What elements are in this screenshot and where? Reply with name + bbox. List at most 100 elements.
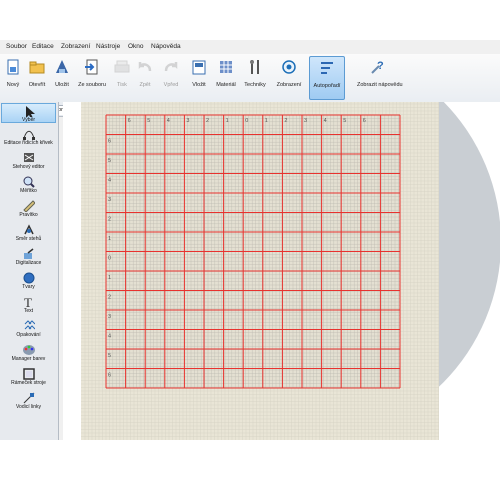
- undo-icon: [137, 58, 153, 76]
- design-canvas[interactable]: 6 5 4 3 2 1 0 1 2 3 4 5 6 6 5 4 3 2 1 0 1 2 3 4 5 6: [63, 102, 500, 440]
- redo-icon: [163, 58, 179, 76]
- sidebar-item-stitch-direction[interactable]: Směr stehů: [1, 223, 56, 243]
- select-cursor-icon: [23, 105, 35, 119]
- menu-napoveda[interactable]: Nápověda: [151, 43, 181, 50]
- edit-curves-icon: [22, 128, 35, 140]
- ruler-tick-label: 4: [108, 178, 111, 184]
- printer-icon: [114, 58, 130, 76]
- techniques-button[interactable]: Techniky: [240, 56, 270, 100]
- sidebar-item-label: Tvary: [22, 284, 35, 290]
- ruler-tick-label: 3: [108, 197, 111, 203]
- sidebar-item-label: Stehový editor: [12, 164, 45, 170]
- ruler-tick-label: 3: [186, 118, 189, 124]
- sidebar-item-label: Výběr: [21, 117, 36, 123]
- toolbar-label: Autopořadí: [313, 83, 341, 89]
- open-folder-icon: [29, 58, 45, 76]
- menu-editace[interactable]: Editace: [32, 43, 54, 50]
- save-button[interactable]: Uložit: [50, 56, 74, 100]
- sidebar-item-label: Směr stehů: [15, 236, 42, 242]
- new-document-button[interactable]: Nový: [1, 56, 25, 100]
- sidebar-item-label: Měřítko: [20, 188, 37, 194]
- ruler-tick-label: 6: [108, 373, 111, 379]
- sidebar-item-select-cursor[interactable]: Výběr: [1, 103, 56, 123]
- color-palette-icon: [22, 344, 35, 355]
- ruler-tick-label: 5: [147, 118, 150, 124]
- material-button[interactable]: Materiál: [213, 56, 239, 100]
- zoom-icon: [23, 176, 35, 188]
- sidebar-item-label: Rámeček stroje: [11, 380, 46, 386]
- sidebar-item-shapes[interactable]: Tvary: [1, 271, 56, 291]
- import-file-icon: [84, 58, 100, 76]
- sidebar-item-zoom[interactable]: Měřítko: [1, 175, 56, 195]
- hoop-frame-icon: [22, 368, 35, 380]
- sidebar-item-stitch-editor[interactable]: Stehový editor: [1, 151, 56, 171]
- ruler-tick-label: 0: [245, 118, 248, 124]
- ruler-tick-label: 1: [265, 118, 268, 124]
- sidebar-item-digitize[interactable]: Digitalizace: [1, 247, 56, 267]
- view-button[interactable]: Zobrazení: [271, 56, 307, 100]
- sidebar-item-ruler[interactable]: Pravítko: [1, 199, 56, 219]
- sidebar-item-text[interactable]: T Text: [1, 295, 56, 315]
- toolbar-label: Ze souboru: [78, 82, 106, 88]
- sidebar-item-color-palette[interactable]: Manager barev: [1, 343, 56, 363]
- sidebar-item-guide-lines[interactable]: Vodicí linky: [1, 391, 56, 411]
- ruler-tick-label: 3: [304, 118, 307, 124]
- insert-button[interactable]: Vložit: [185, 56, 213, 100]
- toolbar-label: Zobrazení: [276, 82, 302, 88]
- techniques-icon: [247, 58, 263, 76]
- save-icon: [54, 58, 70, 76]
- design-workspace[interactable]: 6 5 4 3 2 1 0 1 2 3 4 5 6 6 5 4 3 2 1 0 1 2 3 4 5 6: [63, 102, 500, 440]
- sidebar-item-label: Text: [23, 308, 34, 314]
- ruler-tick-label: 4: [108, 334, 111, 340]
- digitize-icon: [23, 248, 35, 259]
- help-button[interactable]: ? Zobrazit nápovědu: [357, 56, 403, 100]
- ruler-tick-label: 5: [343, 118, 346, 124]
- material-icon: [218, 58, 234, 76]
- toolbar-strip: Nový Otevřít Uložit Ze souboru Tisk Zpět Vpřed…: [0, 54, 500, 105]
- import-file-button[interactable]: Ze souboru: [76, 56, 108, 100]
- ruler-tick-label: 2: [108, 217, 111, 223]
- sidebar-item-label: Manager barev: [11, 356, 46, 362]
- menu-soubor[interactable]: Soubor: [6, 43, 27, 50]
- sewing-field-grid: [105, 114, 401, 389]
- ruler-tick-label: 5: [108, 158, 111, 164]
- auto-order-button[interactable]: Autopořadí: [309, 56, 345, 100]
- guide-lines-icon: [23, 392, 35, 404]
- menu-zobrazeni[interactable]: Zobrazení: [61, 43, 90, 50]
- redo-button[interactable]: Vpřed: [157, 56, 185, 100]
- help-icon: ?: [369, 58, 385, 76]
- ruler-tick-label: 2: [108, 295, 111, 301]
- toolbar-label: Vpřed: [163, 82, 179, 88]
- toolbar-label: Tisk: [117, 82, 127, 88]
- sidebar-item-label: Editace řídicích křivek: [4, 140, 53, 146]
- toolbar-label: Nový: [6, 82, 20, 88]
- stitch-direction-icon: [23, 224, 35, 235]
- sidebar-item-hoop-frame[interactable]: Rámeček stroje: [1, 367, 56, 387]
- ruler-tick-label: 2: [284, 118, 287, 124]
- toolbar-label: Zpět: [139, 82, 151, 88]
- shapes-icon: [23, 272, 35, 284]
- open-folder-button[interactable]: Otevřít: [24, 56, 50, 100]
- ruler-tick-label: 5: [108, 353, 111, 359]
- ruler-tick-label: 0: [108, 256, 111, 262]
- ruler-icon: [22, 200, 36, 213]
- repeat-icon: [23, 320, 35, 331]
- ruler-tick-label: 3: [108, 314, 111, 320]
- printer-button[interactable]: Tisk: [110, 56, 134, 100]
- ruler-tick-label: 4: [324, 118, 327, 124]
- ruler-tick-label: 2: [206, 118, 209, 124]
- sidebar-item-label: Digitalizace: [15, 260, 42, 266]
- insert-icon: [191, 58, 207, 76]
- sidebar-item-edit-curves[interactable]: Editace řídicích křivek: [1, 127, 56, 147]
- svg-text:T: T: [24, 296, 32, 308]
- menu-nastroje[interactable]: Nástroje: [96, 43, 120, 50]
- view-icon: [281, 58, 297, 76]
- auto-order-icon: [319, 59, 335, 77]
- sidebar-item-label: Opakování: [16, 332, 41, 338]
- menu-okno[interactable]: Okno: [128, 43, 144, 50]
- ruler-tick-label: 6: [363, 118, 366, 124]
- ruler-tick-label: 6: [108, 139, 111, 145]
- undo-button[interactable]: Zpět: [134, 56, 156, 100]
- menu-bar: Soubor Editace Zobrazení Nástroje Okno Nápově…: [0, 40, 500, 54]
- sidebar-item-repeat[interactable]: Opakování: [1, 319, 56, 339]
